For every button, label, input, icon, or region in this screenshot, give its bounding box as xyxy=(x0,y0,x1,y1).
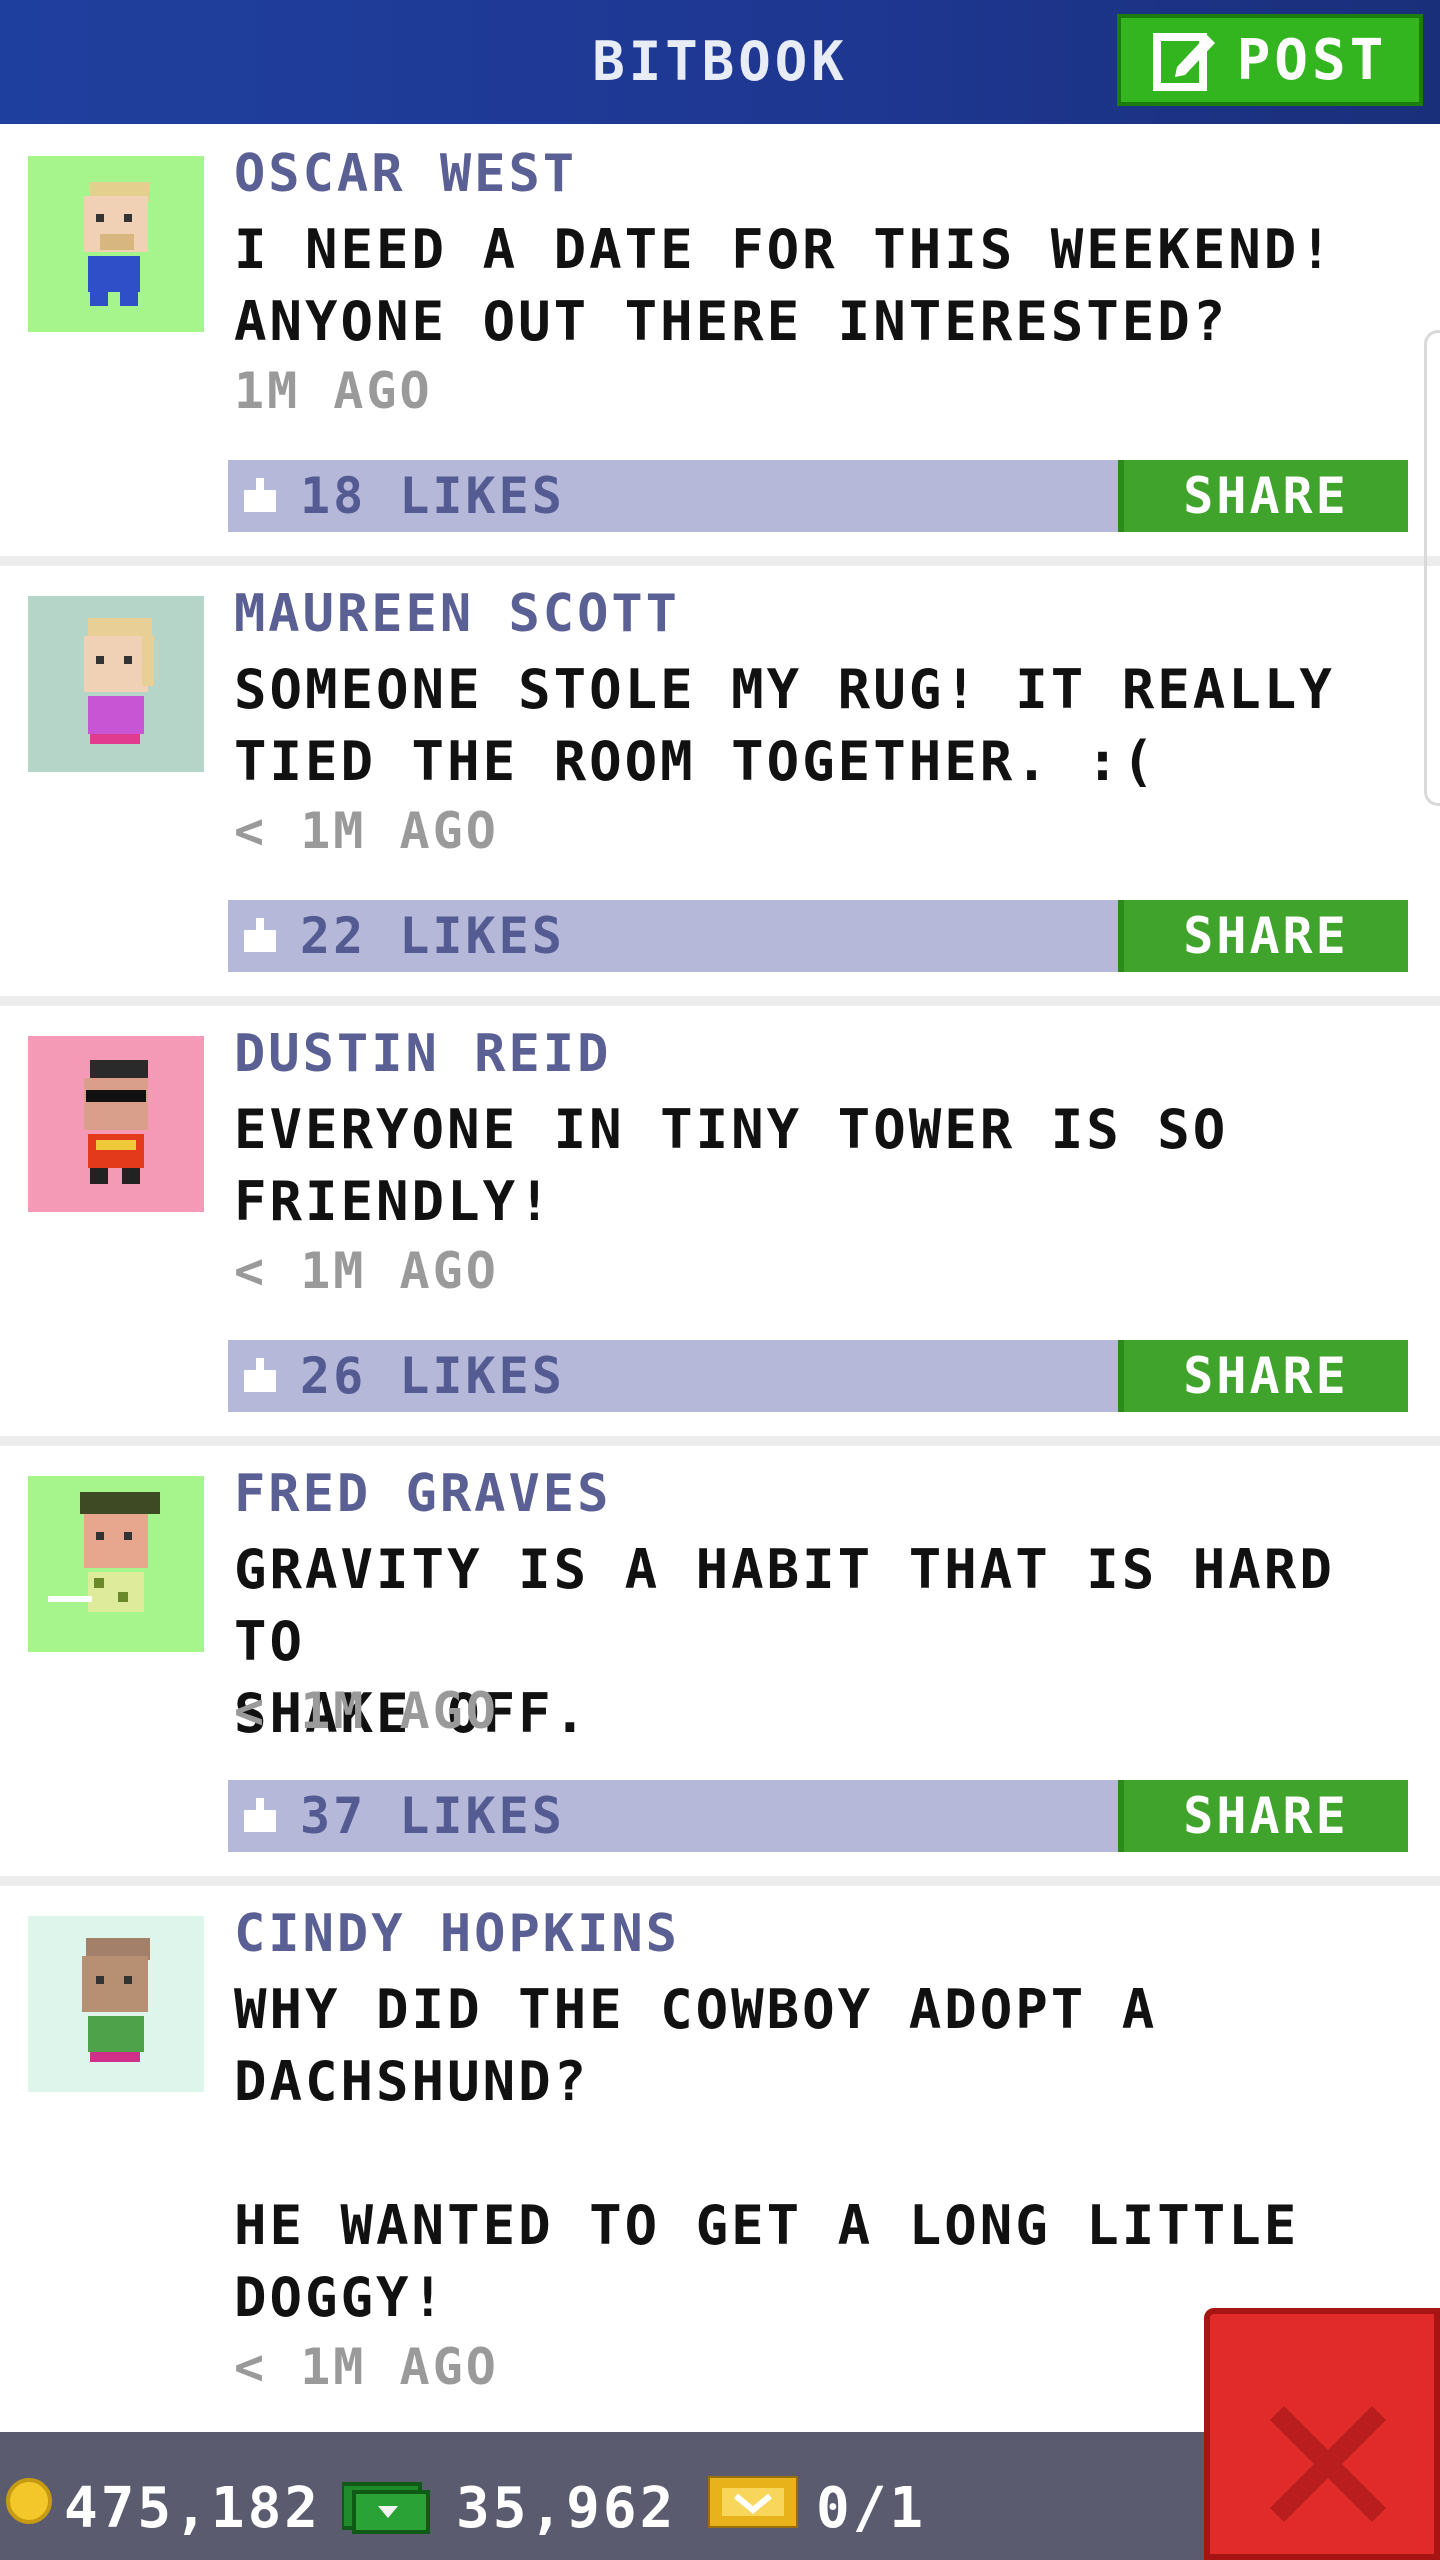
author-name: MAUREEN SCOTT xyxy=(234,584,680,644)
divider xyxy=(0,1436,1440,1446)
post-message: WHY DID THE COWBOY ADOPT A DACHSHUND? HE… xyxy=(234,1978,1300,2329)
close-button[interactable] xyxy=(1204,2308,1440,2560)
divider xyxy=(0,1876,1440,1886)
bux-count: 35,962 xyxy=(456,2476,677,2541)
post-message: I NEED A DATE FOR THIS WEEKEND! ANYONE O… xyxy=(234,218,1335,353)
avatar xyxy=(28,1916,204,2092)
share-button[interactable]: SHARE xyxy=(1118,900,1408,972)
like-bar: 18 LIKES SHARE xyxy=(228,460,1408,532)
like-bar: 26 LIKES SHARE xyxy=(228,1340,1408,1412)
coin-count: 475,182 xyxy=(64,2476,322,2541)
edit-icon xyxy=(1152,33,1215,91)
post-button[interactable]: POST xyxy=(1117,14,1423,106)
share-button[interactable]: SHARE xyxy=(1118,1780,1408,1852)
author-name: OSCAR WEST xyxy=(234,144,578,204)
thumb-icon[interactable] xyxy=(242,918,278,954)
divider xyxy=(0,556,1440,566)
author-name: FRED GRAVES xyxy=(234,1464,612,1524)
post-time: 1M AGO xyxy=(234,362,433,420)
ticket-count: 0/1 xyxy=(816,2476,927,2541)
like-count: 37 LIKES xyxy=(300,1787,565,1845)
thumb-icon[interactable] xyxy=(242,1798,278,1834)
avatar xyxy=(28,1476,204,1652)
like-count: 26 LIKES xyxy=(300,1347,565,1405)
avatar xyxy=(28,1036,204,1212)
post-button-label: POST xyxy=(1236,27,1388,93)
thumb-icon[interactable] xyxy=(242,1358,278,1394)
post-message: EVERYONE IN TINY TOWER IS SO FRIENDLY! xyxy=(234,1098,1229,1233)
ticket-icon xyxy=(708,2476,798,2528)
scroll-indicator[interactable] xyxy=(1424,330,1440,806)
post-time: < 1M AGO xyxy=(234,1242,499,1300)
author-name: DUSTIN REID xyxy=(234,1024,612,1084)
bux-icon xyxy=(342,2482,430,2534)
post-time: < 1M AGO xyxy=(234,802,499,860)
share-button[interactable]: SHARE xyxy=(1118,460,1408,532)
avatar xyxy=(28,156,204,332)
post-message: SOMEONE STOLE MY RUG! IT REALLY TIED THE… xyxy=(234,658,1335,793)
thumb-icon[interactable] xyxy=(242,478,278,514)
like-count: 18 LIKES xyxy=(300,467,565,525)
share-button[interactable]: SHARE xyxy=(1118,1340,1408,1412)
avatar xyxy=(28,596,204,772)
close-icon xyxy=(1270,2406,1386,2522)
post-time: < 1M AGO xyxy=(234,1682,499,1740)
post-time: < 1M AGO xyxy=(234,2338,499,2396)
like-bar: 37 LIKES SHARE xyxy=(228,1780,1408,1852)
coin-icon xyxy=(6,2478,52,2524)
author-name: CINDY HOPKINS xyxy=(234,1904,680,1964)
divider xyxy=(0,996,1440,1006)
like-count: 22 LIKES xyxy=(300,907,565,965)
like-bar: 22 LIKES SHARE xyxy=(228,900,1408,972)
